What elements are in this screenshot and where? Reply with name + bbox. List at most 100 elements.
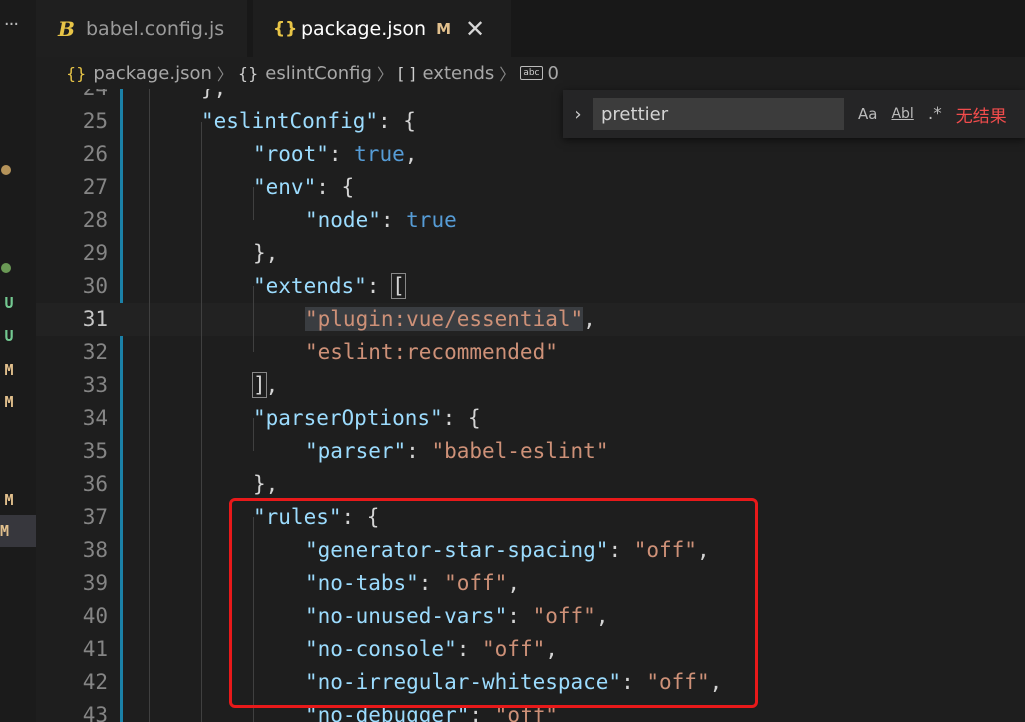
line-number: 41: [82, 637, 108, 661]
code-token: :: [608, 538, 634, 562]
code-token: "no-irregular-whitespace": [305, 670, 622, 694]
toggle-replace-icon[interactable]: ›: [563, 104, 593, 125]
breadcrumb-item-extends[interactable]: [ ] extends: [398, 63, 494, 84]
line-code: "no-irregular-whitespace": "off",: [305, 666, 722, 699]
code-token: ,: [696, 538, 710, 562]
modified-marker-selected[interactable]: M: [0, 515, 36, 547]
find-result-status: 无结果: [955, 106, 1007, 127]
line-number: 28: [82, 208, 108, 232]
indent-guide: [253, 517, 254, 722]
code-line[interactable]: 34 "parserOptions": {: [36, 402, 1025, 435]
code-line[interactable]: 39 "no-tabs": "off",: [36, 567, 1025, 600]
line-number: 26: [82, 142, 108, 166]
tab-package-json[interactable]: {} package.json M ✕: [253, 0, 511, 57]
breadcrumb-item-index[interactable]: abc 0: [520, 63, 559, 84]
regex-icon[interactable]: .*: [928, 104, 942, 124]
line-code: ],: [252, 369, 279, 402]
code-token: "no-debugger": [305, 703, 470, 722]
code-line[interactable]: 30 "extends": [: [36, 270, 1025, 303]
breadcrumb-item-file[interactable]: {} package.json: [66, 63, 212, 84]
line-number: 35: [82, 439, 108, 463]
code-token: "off": [532, 604, 596, 628]
line-code: "eslintConfig": {: [201, 105, 416, 138]
code-line[interactable]: 29},: [36, 237, 1025, 270]
json-file-icon: {}: [273, 18, 298, 39]
close-icon[interactable]: ✕: [465, 17, 485, 41]
match-case-icon[interactable]: Aa: [858, 105, 877, 123]
code-token: },: [253, 472, 279, 496]
find-widget: › Aa Abl .* 无结果: [563, 90, 1025, 138]
line-code: "parserOptions": {: [253, 402, 481, 435]
code-line[interactable]: 42 "no-irregular-whitespace": "off",: [36, 666, 1025, 699]
code-editor[interactable]: 24},25"eslintConfig": {26"root": true,27…: [36, 89, 1025, 722]
line-code: "no-tabs": "off",: [305, 567, 520, 600]
line-code: },: [253, 468, 278, 501]
code-token: "no-console": [305, 637, 457, 661]
line-number: 32: [82, 340, 108, 364]
line-number: 34: [82, 406, 108, 430]
code-line[interactable]: 26 "root": true,: [36, 138, 1025, 171]
breadcrumb-item-eslintconfig[interactable]: {} eslintConfig: [238, 63, 372, 84]
babel-file-icon: B: [58, 16, 75, 41]
object-icon: {}: [237, 63, 259, 83]
line-number: 29: [82, 241, 108, 265]
code-token: ]: [252, 372, 267, 398]
indent-guide: [149, 89, 150, 722]
indent-guide: [201, 122, 202, 722]
line-code: },: [201, 89, 226, 105]
breadcrumb-label: eslintConfig: [265, 62, 372, 84]
code-token: :: [507, 604, 533, 628]
line-number: 39: [82, 571, 108, 595]
modified-marker[interactable]: M: [0, 393, 18, 411]
untracked-marker[interactable]: U: [0, 294, 18, 312]
indent-guide: [253, 187, 254, 220]
code-line[interactable]: 32 "eslint:recommended": [36, 336, 1025, 369]
code-token: ,: [507, 571, 520, 595]
code-line[interactable]: 40 "no-unused-vars": "off",: [36, 600, 1025, 633]
line-code: "no-debugger": "off": [305, 699, 558, 722]
code-token: "root": [253, 142, 329, 166]
line-number: 24: [36, 89, 108, 105]
tab-babel-config[interactable]: B babel.config.js: [36, 0, 247, 57]
code-line[interactable]: 33],: [36, 369, 1025, 402]
code-token: ,: [265, 373, 279, 397]
code-line[interactable]: 37 "rules": {: [36, 501, 1025, 534]
modified-marker[interactable]: M: [0, 361, 18, 379]
code-line[interactable]: 31 "plugin:vue/essential",: [36, 303, 1025, 336]
code-line[interactable]: 38 "generator-star-spacing": "off",: [36, 534, 1025, 567]
code-token: :: [406, 439, 432, 463]
untracked-marker[interactable]: U: [0, 327, 18, 345]
line-number: 30: [82, 274, 108, 298]
line-code: "rules": {: [253, 501, 379, 534]
line-code: "env": {: [253, 171, 354, 204]
code-token: :: [380, 208, 407, 232]
code-line[interactable]: 43 "no-debugger": "off": [36, 699, 1025, 722]
line-code: "root": true,: [253, 138, 417, 171]
chevron-right-icon: 〉: [499, 65, 516, 84]
code-token: : {: [341, 505, 380, 529]
indent-guide: [253, 418, 254, 451]
code-token: "off": [633, 538, 697, 562]
line-code: "eslint:recommended": [305, 336, 558, 369]
code-token: ,: [583, 307, 596, 331]
tab-label: package.json: [301, 17, 427, 40]
code-line[interactable]: 41 "no-console": "off",: [36, 633, 1025, 666]
line-code: "node": true: [305, 204, 457, 237]
array-icon: [ ]: [397, 63, 416, 83]
line-number: 43: [82, 703, 108, 722]
code-line[interactable]: 28 "node": true: [36, 204, 1025, 237]
code-token: "no-unused-vars": [305, 604, 508, 628]
modified-marker[interactable]: M: [0, 491, 18, 509]
code-line[interactable]: 27 "env": {: [36, 171, 1025, 204]
line-code: },: [253, 237, 278, 270]
code-line[interactable]: 35 "parser": "babel-eslint": [36, 435, 1025, 468]
line-code: "plugin:vue/essential",: [305, 303, 596, 336]
line-code: "extends": [: [253, 270, 406, 303]
more-icon[interactable]: ···: [0, 14, 22, 35]
code-token: },: [253, 241, 279, 265]
find-input[interactable]: [593, 98, 844, 130]
tab-label: babel.config.js: [86, 17, 225, 40]
whole-word-icon[interactable]: Abl: [891, 106, 913, 122]
code-line[interactable]: 36},: [36, 468, 1025, 501]
line-number: 42: [82, 670, 108, 694]
